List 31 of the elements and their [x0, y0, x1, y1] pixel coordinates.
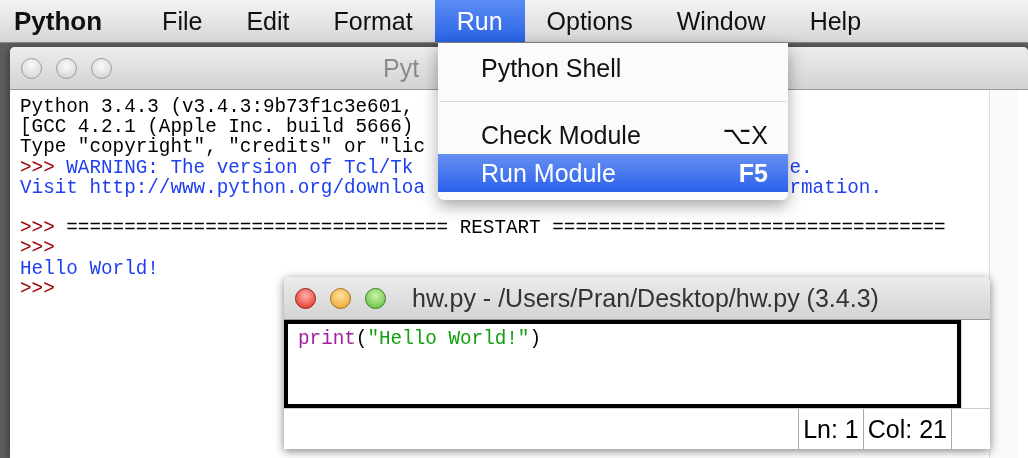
- prompt-text: >>>: [20, 156, 55, 179]
- prompt-text: >>>: [20, 237, 55, 260]
- column-number-indicator: Col: 21: [862, 409, 951, 449]
- app-menu[interactable]: Python: [0, 0, 141, 42]
- menu-item[interactable]: File: [140, 0, 225, 42]
- code-line: print("Hello World!"): [298, 328, 541, 350]
- code-editor[interactable]: print("Hello World!"): [284, 320, 961, 408]
- menu-item[interactable]: Window: [654, 0, 788, 42]
- console-text: e.: [789, 156, 813, 179]
- line-number-indicator: Ln: 1: [798, 409, 863, 449]
- menu-option[interactable]: Python Shell: [438, 49, 788, 87]
- menu-option[interactable]: Run Module F5: [438, 154, 788, 192]
- prompt-text: >>>: [20, 217, 55, 240]
- console-text: Hello World!: [20, 257, 159, 280]
- console-text: ================================= RESTART ==================================: [66, 217, 946, 240]
- console-text: Visit http://www.python.org/downloa: [20, 176, 425, 199]
- shortcut-text: F5: [738, 158, 768, 188]
- menu-item[interactable]: Format: [311, 0, 435, 42]
- window-title: Pyt: [383, 53, 420, 83]
- menu-item[interactable]: Run: [434, 0, 525, 42]
- console-text: Python 3.4.3 (v3.4.3:9b73f1c3e601,: [20, 96, 414, 118]
- console-text: WARNING: The version of Tcl/Tk: [66, 156, 414, 179]
- console-text: Type "copyright", "credits" or "lic: [20, 136, 425, 159]
- shortcut-text: ⌥X: [722, 120, 768, 150]
- console-text: rmation.: [789, 176, 882, 199]
- window-title: hw.py - /Users/Pran/Desktop/hw.py (3.4.3): [412, 283, 879, 313]
- menu-item[interactable]: Help: [787, 0, 884, 42]
- menu-item[interactable]: Edit: [224, 0, 312, 42]
- prompt-text: >>>: [20, 277, 55, 300]
- menu-option[interactable]: Check Module ⌥X: [438, 116, 788, 154]
- menu-item[interactable]: Options: [524, 0, 655, 42]
